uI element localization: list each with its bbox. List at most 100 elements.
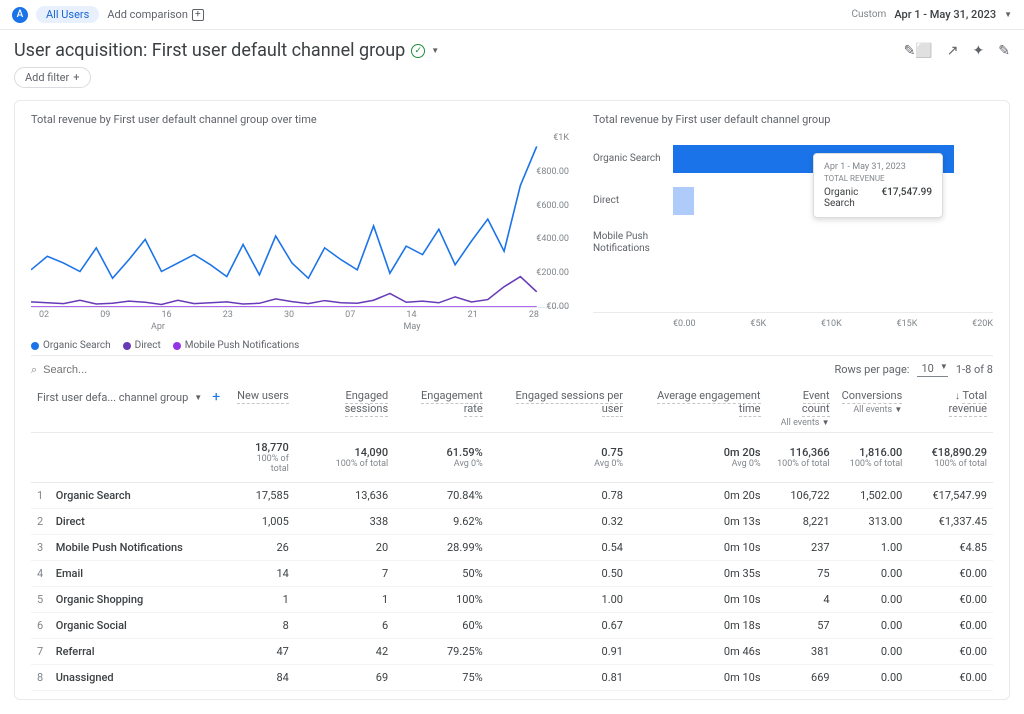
rpp-value: 10 [921,362,933,375]
ytick: €800.00 [536,167,569,177]
xtick: 02 [39,310,49,320]
table-row[interactable]: 6 Organic Social8660%0.670m 18s570.00€0.… [31,613,993,639]
ytick: €400.00 [536,234,569,244]
xtick: 30 [284,310,294,320]
table-row[interactable]: 7 Referral474279.25%0.910m 46s3810.00€0.… [31,639,993,665]
tooltip-metric: TOTAL REVENUE [824,174,932,183]
legend-item[interactable]: Direct [123,340,161,351]
dimension-label: First user defa... channel group [37,391,188,404]
col-sessions-per-user[interactable]: Engaged sessions per user [489,381,629,433]
segment-badge: A [12,7,28,23]
legend-item[interactable]: Organic Search [31,340,111,351]
line-x-labels: 020916233007142128 [31,308,569,322]
col-total-revenue[interactable]: ↓ Total revenue [908,381,993,433]
line-chart-panel: Total revenue by First user default chan… [31,113,569,351]
xtick: 21 [468,310,478,320]
col-event-count[interactable]: Event countAll events ▼ [767,381,836,433]
bar-chart-panel: Total revenue by First user default chan… [593,113,993,351]
bar-x-labels: €0.00 €5K €10K €15K €20K [593,312,993,329]
bar-label: Mobile Push Notifications [593,231,673,255]
bar-xtick: €0.00 [673,319,696,329]
insights-icon[interactable]: ✦ [973,43,985,59]
date-range-text: Apr 1 - May 31, 2023 [894,8,996,21]
col-engaged-sessions[interactable]: Engaged sessions [295,381,394,433]
legend-dot [173,342,181,350]
page-range-text: 1-8 of 8 [956,363,993,376]
sort-desc-icon: ↓ [955,391,960,402]
chevron-down-icon: ▼ [1004,10,1012,19]
col-conversions[interactable]: ConversionsAll events ▼ [836,381,909,433]
plus-icon: + [192,9,204,21]
legend-dot [31,342,39,350]
bar-xtick: €20K [972,319,993,329]
rows-per-page-label: Rows per page: [834,363,909,376]
bar-xtick: €10K [821,319,842,329]
chevron-down-icon: ▼ [940,362,948,371]
table-row[interactable]: 5 Organic Shopping11100%1.000m 10s40.00€… [31,587,993,613]
share-icon[interactable]: ↗ [947,43,959,59]
legend-label: Mobile Push Notifications [185,340,300,351]
bar-row[interactable]: Mobile Push Notifications [593,222,993,264]
ytick: €200.00 [536,268,569,278]
customize-icon[interactable]: ✎⬜ [904,43,933,59]
legend-label: Organic Search [43,340,111,351]
dimension-header[interactable]: First user defa... channel group ▼ + [31,381,231,433]
xtick: 23 [223,310,233,320]
date-picker[interactable]: Custom Apr 1 - May 31, 2023 ▼ [851,8,1012,21]
legend-label: Direct [135,340,161,351]
totals-row: 18,770100% of total 14,090100% of total … [31,433,993,483]
page-title-text: User acquisition: First user default cha… [14,40,405,61]
month-label: Apr [31,322,285,332]
tooltip-label: Organic Search [824,187,882,209]
rows-per-page-select[interactable]: 10 ▼ [917,362,947,377]
date-custom-label: Custom [851,9,886,20]
line-chart-title: Total revenue by First user default chan… [31,113,569,126]
verified-icon: ✓ [411,44,425,58]
bar-chart-title: Total revenue by First user default chan… [593,113,993,126]
chevron-down-icon: ▼ [194,393,202,402]
title-dropdown-icon[interactable]: ▼ [431,46,439,55]
table-row[interactable]: 3 Mobile Push Notifications262028.99%0.5… [31,535,993,561]
ytick: €1K [553,133,569,143]
table-row[interactable]: 4 Email14750%0.500m 35s750.00€0.00 [31,561,993,587]
title-bar: User acquisition: First user default cha… [0,30,1024,65]
table-search[interactable]: ⌕ [31,363,163,377]
all-users-chip[interactable]: All Users [36,6,99,23]
table-toolbar: ⌕ Rows per page: 10 ▼ 1-8 of 8 [31,355,993,381]
table-row[interactable]: 1 Organic Search17,58513,63670.84%0.780m… [31,483,993,509]
search-icon: ⌕ [31,363,37,377]
xtick: 07 [345,310,355,320]
table-row[interactable]: 8 Unassigned846975%0.810m 10s6690.00€0.0… [31,665,993,691]
line-chart[interactable]: €1K €800.00 €600.00 €400.00 €200.00 €0.0… [31,138,569,308]
top-bar: A All Users Add comparison + Custom Apr … [0,0,1024,30]
plus-icon: + [73,71,79,84]
col-new-users[interactable]: New users [231,381,295,433]
search-input[interactable] [43,364,163,376]
col-avg-engagement-time[interactable]: Average engagement time [629,381,767,433]
bar-xtick: €5K [750,319,766,329]
bar-fill [673,187,694,215]
charts-row: Total revenue by First user default chan… [31,113,993,351]
line-chart-svg [31,138,569,307]
add-dimension-button[interactable]: + [208,389,224,405]
edit-icon[interactable]: ✎ [998,43,1010,59]
ytick: €600.00 [536,201,569,211]
xtick: 09 [100,310,110,320]
report-actions: ✎⬜ ↗ ✦ ✎ [904,43,1010,59]
table-pager: Rows per page: 10 ▼ 1-8 of 8 [834,362,993,377]
add-filter-button[interactable]: Add filter + [14,67,91,88]
legend-item[interactable]: Mobile Push Notifications [173,340,300,351]
month-label: May [285,322,539,332]
xtick: 16 [161,310,171,320]
add-comparison-button[interactable]: Add comparison + [107,8,204,21]
chart-tooltip: Apr 1 - May 31, 2023 TOTAL REVENUE Organ… [813,153,943,218]
tooltip-value: €17,547.99 [882,187,932,209]
bar-xtick: €15K [897,319,918,329]
table-row[interactable]: 2 Direct1,0053389.62%0.320m 13s8,221313.… [31,509,993,535]
page-title: User acquisition: First user default cha… [14,40,439,61]
bar-track [673,229,993,257]
data-table: First user defa... channel group ▼ + New… [31,381,993,691]
bar-label: Direct [593,195,673,207]
col-engagement-rate[interactable]: Engagement rate [394,381,489,433]
xtick: 28 [529,310,539,320]
